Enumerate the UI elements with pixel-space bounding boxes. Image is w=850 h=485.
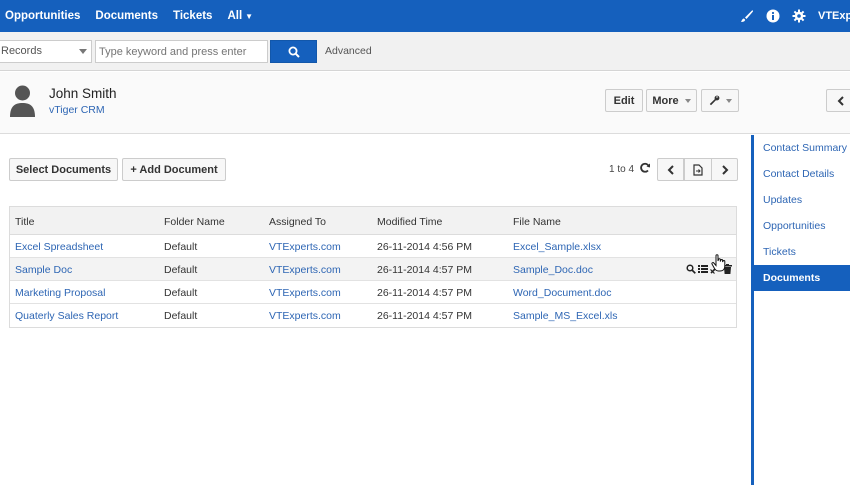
table-header: Title Folder Name Assigned To Modified T…	[10, 207, 736, 235]
table-row[interactable]: Marketing Proposal Default VTExperts.com…	[10, 281, 736, 304]
preview-icon[interactable]	[686, 263, 696, 274]
records-select[interactable]: Records	[0, 40, 92, 63]
folder-name: Default	[164, 241, 198, 253]
chevron-left-icon	[667, 164, 674, 175]
document-title[interactable]: Excel Spreadsheet	[15, 241, 103, 253]
folder-name: Default	[164, 287, 198, 299]
page-icon	[693, 163, 703, 176]
document-title[interactable]: Sample Doc	[15, 264, 72, 276]
column-header-assigned[interactable]: Assigned To	[269, 216, 326, 228]
select-documents-button[interactable]: Select Documents	[9, 158, 118, 181]
nav-opportunities[interactable]: Opportunities	[5, 10, 80, 22]
sidebar-item-contact-details[interactable]: Contact Details	[754, 161, 850, 187]
nav-all-menu[interactable]: All ▼	[227, 10, 253, 22]
wrench-icon	[709, 95, 719, 106]
folder-name: Default	[164, 310, 198, 322]
brush-icon[interactable]	[740, 9, 754, 23]
gear-icon[interactable]	[792, 9, 806, 23]
info-icon[interactable]	[766, 9, 780, 23]
edit-button[interactable]: Edit	[605, 89, 643, 112]
sidebar-item-opportunities[interactable]: Opportunities	[754, 213, 850, 239]
sidebar-item-tickets[interactable]: Tickets	[754, 239, 850, 265]
assigned-to[interactable]: VTExperts.com	[269, 241, 341, 253]
modified-time: 26-11-2014 4:57 PM	[377, 310, 472, 322]
search-button[interactable]	[270, 40, 317, 63]
file-name[interactable]: Excel_Sample.xlsx	[513, 241, 601, 253]
chevron-down-icon: ▼	[245, 12, 254, 21]
related-sidebar: Contact Summary Contact Details Updates …	[751, 135, 850, 485]
assigned-to[interactable]: VTExperts.com	[269, 264, 341, 276]
chevron-left-icon	[837, 95, 844, 106]
user-menu[interactable]: VTExperts	[818, 10, 850, 22]
records-select-value: Records	[1, 45, 42, 57]
chevron-down-icon	[725, 98, 732, 103]
tools-button[interactable]	[701, 89, 739, 112]
documents-panel: Select Documents + Add Document 1 to 4 T…	[0, 135, 751, 485]
assigned-to[interactable]: VTExperts.com	[269, 310, 341, 322]
record-header: John Smith vTiger CRM Edit More	[0, 72, 850, 134]
file-name[interactable]: Sample_Doc.doc	[513, 264, 593, 276]
chevron-down-icon	[684, 98, 691, 103]
document-title[interactable]: Marketing Proposal	[15, 287, 105, 299]
table-row[interactable]: Excel Spreadsheet Default VTExperts.com …	[10, 235, 736, 258]
refresh-icon[interactable]	[639, 162, 651, 174]
delete-icon[interactable]	[723, 263, 732, 274]
nav-tickets[interactable]: Tickets	[173, 10, 212, 22]
avatar	[10, 85, 35, 117]
pager-range: 1 to 4	[609, 164, 635, 175]
column-header-filename[interactable]: File Name	[513, 216, 561, 228]
sidebar-item-updates[interactable]: Updates	[754, 187, 850, 213]
top-right-tools: VTExperts	[740, 0, 850, 32]
folder-name: Default	[164, 264, 198, 276]
column-header-folder[interactable]: Folder Name	[164, 216, 225, 228]
column-header-modified[interactable]: Modified Time	[377, 216, 442, 228]
nav-all-label: All	[227, 10, 243, 22]
top-navbar: Opportunities Documents Tickets All ▼ VTE…	[0, 0, 850, 32]
modified-time: 26-11-2014 4:57 PM	[377, 264, 472, 276]
file-name[interactable]: Word_Document.doc	[513, 287, 611, 299]
assigned-to[interactable]: VTExperts.com	[269, 287, 341, 299]
search-input[interactable]	[95, 40, 268, 63]
contact-name: John Smith	[49, 86, 117, 101]
table-row[interactable]: Sample Doc Default VTExperts.com 26-11-2…	[10, 258, 736, 281]
add-document-button[interactable]: + Add Document	[122, 158, 226, 181]
row-actions	[686, 263, 734, 274]
search-bar: Records Advanced	[0, 32, 850, 71]
document-title[interactable]: Quaterly Sales Report	[15, 310, 118, 322]
edit-button-label: Edit	[613, 94, 635, 107]
column-header-title[interactable]: Title	[15, 216, 34, 228]
documents-table: Title Folder Name Assigned To Modified T…	[9, 206, 737, 328]
previous-page-button[interactable]	[657, 158, 684, 181]
sidebar-item-documents[interactable]: Documents	[754, 265, 850, 291]
nav-documents[interactable]: Documents	[95, 10, 158, 22]
chevron-down-icon	[79, 49, 87, 54]
table-row[interactable]: Quaterly Sales Report Default VTExperts.…	[10, 304, 736, 327]
page-jump-button[interactable]	[684, 158, 712, 181]
more-button[interactable]: More	[646, 89, 697, 112]
contact-organization[interactable]: vTiger CRM	[49, 104, 105, 116]
file-name[interactable]: Sample_MS_Excel.xls	[513, 310, 617, 322]
advanced-search-link[interactable]: Advanced	[325, 45, 372, 57]
search-icon	[288, 46, 300, 58]
collapse-panel-button[interactable]	[826, 89, 850, 112]
sidebar-item-contact-summary[interactable]: Contact Summary	[754, 135, 850, 161]
unlink-icon[interactable]	[710, 263, 721, 274]
next-page-button[interactable]	[711, 158, 738, 181]
list-details-icon[interactable]	[698, 264, 708, 274]
modified-time: 26-11-2014 4:57 PM	[377, 287, 472, 299]
more-button-label: More	[652, 94, 679, 107]
chevron-right-icon	[721, 164, 728, 175]
modified-time: 26-11-2014 4:56 PM	[377, 241, 472, 253]
